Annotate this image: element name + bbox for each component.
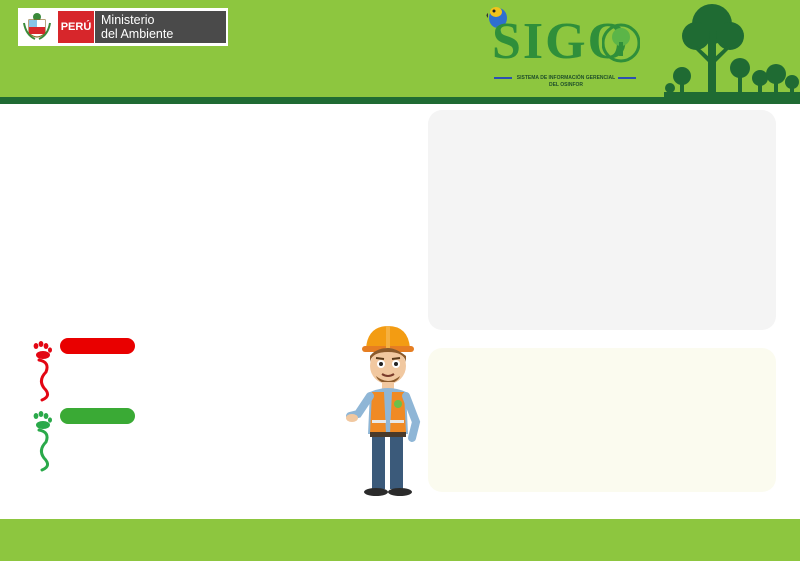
sigo-logo[interactable]: SIGO SISTEMA DE INFORMACIÓN GERENCIAL DE… <box>484 4 644 92</box>
indicator-bar-red[interactable] <box>60 338 135 354</box>
content-panel-top <box>428 110 776 330</box>
country-label: PERÚ <box>58 11 94 43</box>
indicator-bar-green[interactable] <box>60 408 135 424</box>
footprint-icon <box>33 411 52 472</box>
tree-icon <box>602 23 640 63</box>
ministry-name: Ministerio del Ambiente <box>95 11 226 43</box>
footer-bar <box>0 519 800 561</box>
ministry-name-line1: Ministerio <box>101 13 155 27</box>
worker-illustration <box>346 326 421 496</box>
sigo-subtitle-1: SISTEMA DE INFORMACIÓN GERENCIAL <box>516 75 616 81</box>
header-stripe <box>0 97 800 104</box>
ministry-name-line2: del Ambiente <box>101 27 174 41</box>
forest-silhouette <box>664 4 800 98</box>
ministry-logo[interactable]: PERÚ Ministerio del Ambiente <box>18 8 228 46</box>
header-bar: PERÚ Ministerio del Ambiente SIGO SISTEM… <box>0 0 800 98</box>
peru-coat-of-arms-icon <box>18 8 56 46</box>
sigo-subtitle-2: DEL OSINFOR <box>548 82 584 88</box>
content-panel-bottom <box>428 348 776 492</box>
footprint-icon <box>33 341 52 402</box>
